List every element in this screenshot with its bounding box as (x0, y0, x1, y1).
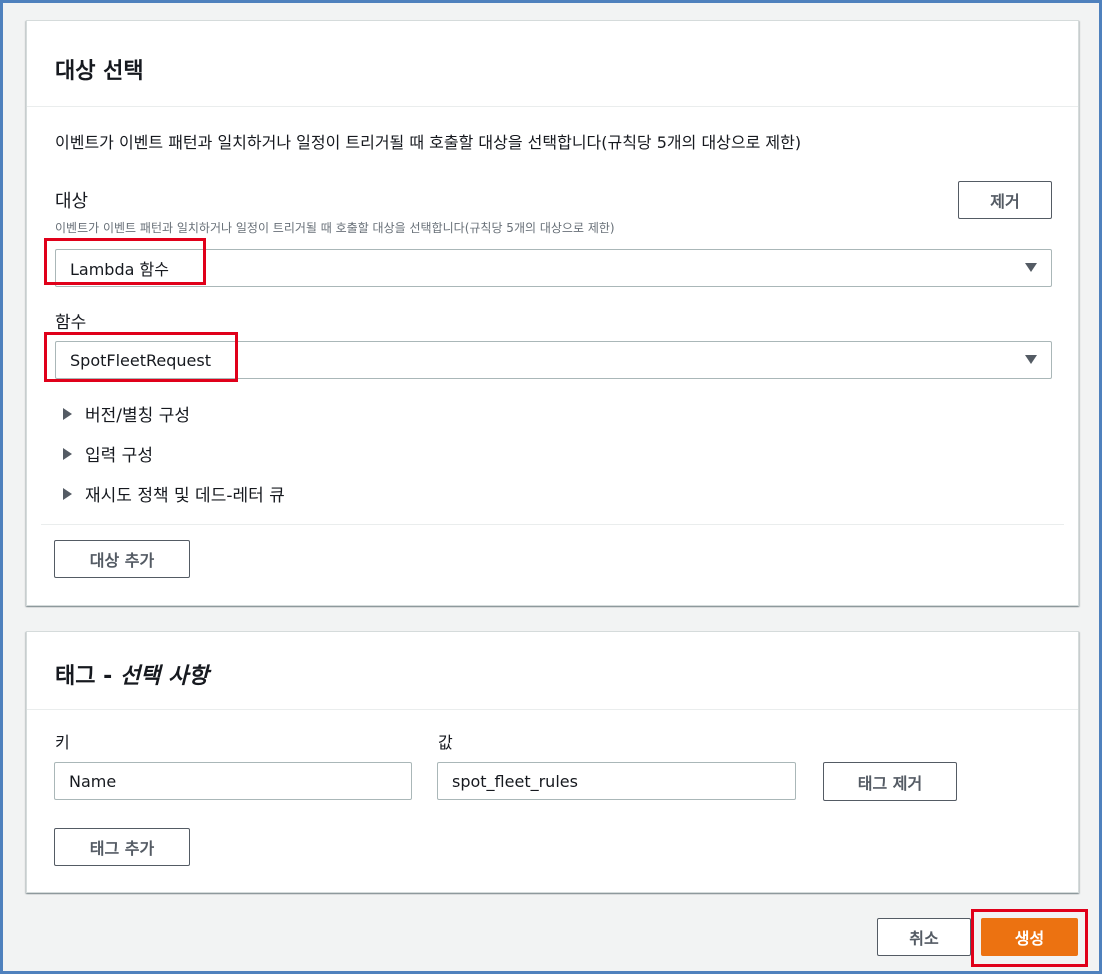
panel-title: 대상 선택 (27, 21, 1078, 107)
target-type-select[interactable]: Lambda 함수 (55, 249, 1052, 287)
function-value: SpotFleetRequest (70, 350, 211, 370)
function-select[interactable]: SpotFleetRequest (55, 341, 1052, 379)
caret-down-icon (1025, 355, 1037, 364)
section-divider (41, 524, 1064, 525)
value-label: 값 (438, 733, 453, 752)
screenshot-frame: 대상 선택 이벤트가 이벤트 패턴과 일치하거나 일정이 트리거될 때 호출할 … (0, 0, 1102, 974)
tag-value-input[interactable]: spot_fleet_rules (437, 762, 796, 800)
add-target-button[interactable]: 대상 추가 (54, 540, 190, 578)
tags-panel: 태그 - 선택 사항 키 값 Name spot_fleet_rules 태그 … (26, 631, 1079, 893)
panel-title: 태그 - 선택 사항 (27, 632, 1078, 710)
tag-key-input[interactable]: Name (54, 762, 412, 800)
expander-input-config[interactable]: 입력 구성 (63, 441, 153, 466)
remove-target-button[interactable]: 제거 (958, 181, 1052, 219)
create-button[interactable]: 생성 (981, 918, 1078, 956)
tags-title: 태그 - (55, 664, 120, 689)
target-label: 대상 (55, 191, 89, 212)
caret-right-icon (63, 487, 72, 500)
target-type-value: Lambda 함수 (70, 260, 169, 279)
caret-down-icon (1025, 263, 1037, 272)
cancel-button[interactable]: 취소 (877, 918, 971, 956)
target-hint: 이벤트가 이벤트 패턴과 일치하거나 일정이 트리거될 때 호출할 대상을 선택… (55, 221, 615, 235)
caret-right-icon (63, 447, 72, 460)
expander-version-alias[interactable]: 버전/별칭 구성 (63, 401, 190, 426)
target-selection-panel: 대상 선택 이벤트가 이벤트 패턴과 일치하거나 일정이 트리거될 때 호출할 … (26, 20, 1079, 606)
remove-tag-button[interactable]: 태그 제거 (823, 762, 957, 801)
section-description: 이벤트가 이벤트 패턴과 일치하거나 일정이 트리거될 때 호출할 대상을 선택… (55, 133, 802, 152)
expander-label: 버전/별칭 구성 (85, 406, 190, 426)
caret-right-icon (63, 407, 72, 420)
function-label: 함수 (55, 313, 87, 333)
expander-retry-dlq[interactable]: 재시도 정책 및 데드-레터 큐 (63, 481, 285, 506)
expander-label: 입력 구성 (85, 446, 153, 466)
expander-label: 재시도 정책 및 데드-레터 큐 (85, 486, 285, 506)
key-label: 키 (55, 733, 70, 752)
add-tag-button[interactable]: 태그 추가 (54, 828, 190, 866)
optional-label: 선택 사항 (119, 664, 209, 689)
